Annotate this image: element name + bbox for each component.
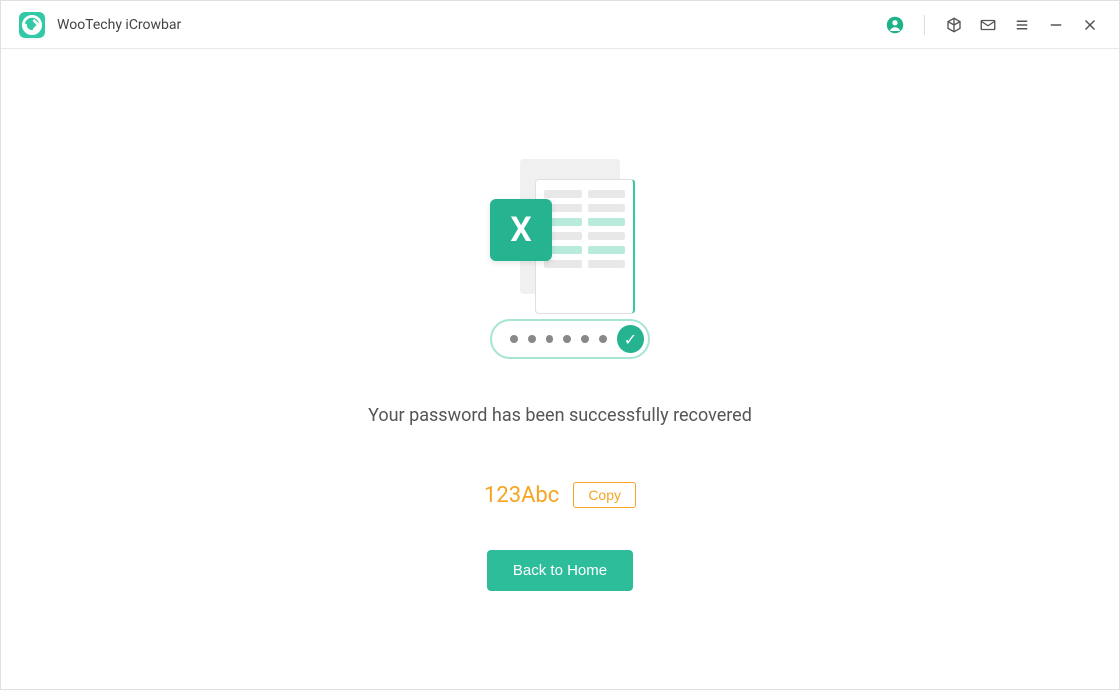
excel-badge-icon: X bbox=[490, 199, 552, 261]
recovered-password: 123Abc bbox=[484, 483, 559, 508]
menu-icon[interactable] bbox=[1011, 14, 1033, 36]
password-dot-icon bbox=[563, 335, 571, 343]
mail-icon[interactable] bbox=[977, 14, 999, 36]
success-illustration: X ✓ bbox=[450, 149, 670, 369]
account-icon[interactable] bbox=[884, 14, 906, 36]
password-dot-icon bbox=[581, 335, 589, 343]
copy-button[interactable]: Copy bbox=[573, 482, 636, 508]
titlebar-divider bbox=[924, 15, 925, 35]
app-window: WooTechy iCrowbar bbox=[0, 0, 1120, 690]
back-to-home-button[interactable]: Back to Home bbox=[487, 550, 633, 591]
cube-icon[interactable] bbox=[943, 14, 965, 36]
password-dot-icon bbox=[528, 335, 536, 343]
app-logo-icon bbox=[19, 12, 45, 38]
app-title: WooTechy iCrowbar bbox=[57, 17, 181, 33]
password-dot-icon bbox=[510, 335, 518, 343]
success-message: Your password has been successfully reco… bbox=[368, 405, 752, 426]
main-content: X ✓ Your password has been successfully … bbox=[1, 49, 1119, 689]
password-pill-icon: ✓ bbox=[490, 319, 650, 359]
password-dot-icon bbox=[546, 335, 554, 343]
checkmark-icon: ✓ bbox=[617, 325, 644, 353]
close-icon[interactable] bbox=[1079, 14, 1101, 36]
password-row: 123Abc Copy bbox=[484, 482, 636, 508]
password-dot-icon bbox=[599, 335, 607, 343]
titlebar: WooTechy iCrowbar bbox=[1, 1, 1119, 49]
minimize-icon[interactable] bbox=[1045, 14, 1067, 36]
